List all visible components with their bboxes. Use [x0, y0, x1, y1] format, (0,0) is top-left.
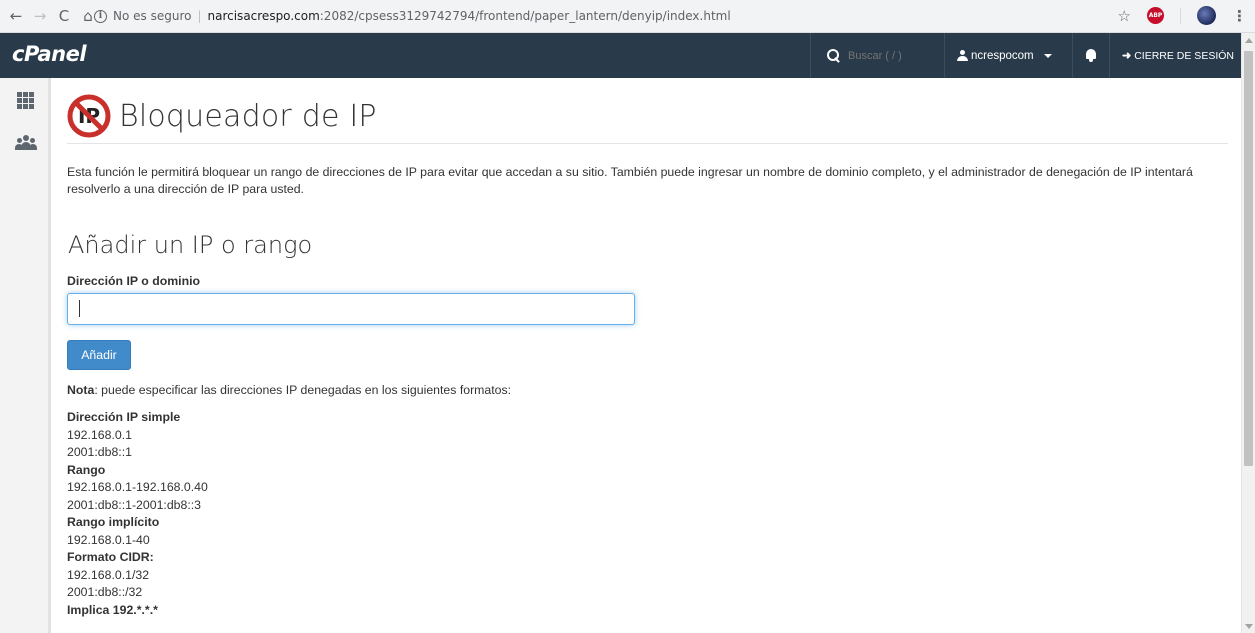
logout-label: CIERRE DE SESIÓN: [1134, 49, 1234, 62]
format-heading: Rango implícito: [67, 515, 160, 529]
search-input[interactable]: [848, 49, 938, 62]
intro-text: Esta función le permitirá bloquear un ra…: [67, 165, 1193, 196]
url-separator: |: [197, 9, 202, 23]
url-host: narcisacrespo.com: [207, 9, 320, 23]
user-menu[interactable]: ncrespocom: [944, 33, 1072, 78]
scroll-down-arrow-icon[interactable]: [1245, 624, 1253, 629]
security-status: No es seguro: [113, 9, 192, 23]
url-path: :2082/cpsess3129742794/frontend/paper_la…: [319, 9, 731, 23]
text-cursor: [79, 300, 80, 317]
page-title: Bloqueador de IP: [119, 98, 377, 134]
format-example: 192.168.0.1: [67, 427, 132, 442]
ip-field-label: Dirección IP o dominio: [67, 274, 201, 288]
ip-domain-input[interactable]: [67, 293, 635, 325]
users-icon[interactable]: [15, 135, 37, 151]
bookmark-star-icon[interactable]: ☆: [1118, 7, 1131, 25]
cpanel-logo[interactable]: cPanel: [12, 42, 87, 66]
format-example: 192.168.0.1/32: [67, 567, 150, 582]
format-example: 2001:db8::1: [67, 445, 132, 459]
chevron-down-icon: [1043, 53, 1052, 58]
adblock-plus-icon[interactable]: ABP: [1147, 7, 1164, 24]
address-bar[interactable]: i No es seguro | narcisacrespo.com :2082…: [94, 5, 731, 27]
username: ncrespocom: [971, 49, 1034, 62]
cpanel-header: cPanel ncrespocom ➜ CIERRE DE SESIÓN: [0, 33, 1241, 78]
format-note: Nota: puede especificar las direcciones …: [67, 383, 511, 397]
format-list: Dirección IP simple 192.168.0.1 2001:db8…: [67, 409, 208, 619]
format-example: 192.168.0.1-40: [67, 532, 150, 547]
apps-grid-icon[interactable]: [17, 92, 34, 109]
add-button[interactable]: Añadir: [67, 340, 131, 370]
format-heading: Dirección IP simple: [67, 410, 181, 424]
format-example: 2001:db8::/32: [67, 585, 143, 599]
format-heading: Implica 192.*.*.*: [67, 602, 158, 617]
reload-icon[interactable]: C: [54, 6, 74, 26]
logout-button[interactable]: ➜ CIERRE DE SESIÓN: [1109, 33, 1241, 78]
left-sidebar: [0, 78, 51, 633]
profile-avatar-icon[interactable]: [1197, 6, 1216, 25]
header-search[interactable]: [810, 33, 944, 78]
info-icon[interactable]: i: [94, 9, 107, 23]
scrollbar-thumb[interactable]: [1244, 51, 1253, 466]
ip-block-icon: IP: [67, 94, 111, 138]
back-arrow-icon[interactable]: ←: [6, 6, 26, 26]
format-example: 2001:db8::1-2001:db8::3: [67, 497, 202, 512]
bell-icon: [1085, 49, 1097, 62]
format-example: 192.168.0.1-192.168.0.40: [67, 480, 208, 494]
scroll-up-arrow-icon[interactable]: [1245, 38, 1253, 43]
format-heading: Formato CIDR:: [67, 550, 154, 564]
browser-toolbar: ← → C ⌂ i No es seguro | narcisacrespo.c…: [0, 0, 1255, 33]
logout-icon: ➜: [1122, 50, 1132, 62]
note-label: Nota: [67, 383, 95, 397]
note-text: : puede especificar las direcciones IP d…: [94, 383, 512, 397]
page-header: IP Bloqueador de IP: [67, 94, 377, 138]
section-title: Añadir un IP o rango: [68, 231, 313, 259]
user-icon: [957, 50, 968, 61]
search-icon: [827, 49, 840, 62]
browser-menu-icon[interactable]: ⋮: [1232, 7, 1247, 25]
forward-arrow-icon[interactable]: →: [30, 6, 50, 26]
toolbar-divider: [1180, 7, 1181, 24]
title-divider: [67, 143, 1228, 144]
notifications-button[interactable]: [1072, 33, 1109, 78]
format-heading: Rango: [67, 462, 106, 477]
page-scrollbar[interactable]: [1241, 33, 1255, 633]
